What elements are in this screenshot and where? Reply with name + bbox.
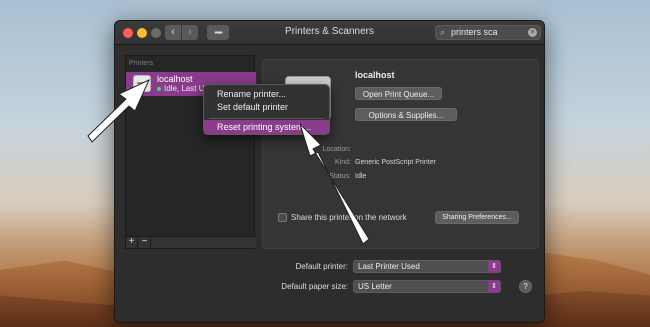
- annotation-arrow-left-icon: [87, 78, 151, 143]
- annotation-arrow-bottom-icon: [299, 123, 370, 245]
- annotation-arrows: [87, 78, 370, 245]
